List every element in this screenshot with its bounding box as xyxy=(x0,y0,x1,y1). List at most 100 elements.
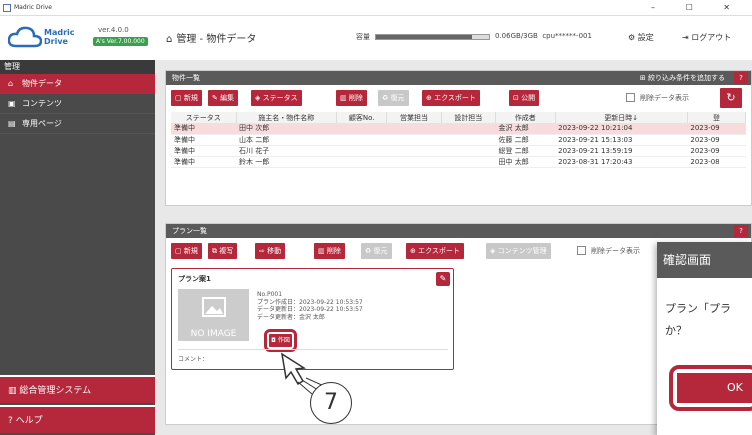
ok-label: OK xyxy=(677,373,752,403)
help-label: ヘルプ xyxy=(15,416,43,426)
restore-button[interactable]: ♻ 復元 xyxy=(378,90,409,106)
no-image-label: NO IMAGE xyxy=(190,329,237,339)
cell-sales xyxy=(386,134,442,146)
table-row[interactable]: 準備中 山本 二郎 佐藤 二郎 2023-09-21 15:13:03 2023-09 xyxy=(171,134,746,146)
cell-no xyxy=(336,145,387,157)
property-panel: 物件一覧 ⊞ 絞り込み条件を追加する ? ▢ 新規 ✎ 編集 ◈ ステータス ▥… xyxy=(165,70,752,206)
move-icon: ⇨ xyxy=(259,247,265,255)
cell-reg: 2023-09 xyxy=(687,145,746,157)
export-button[interactable]: ⊕ エクスポート xyxy=(422,90,480,106)
user-id: cpu******-001 xyxy=(542,32,592,40)
show-deleted-checkbox[interactable] xyxy=(626,93,635,102)
settings-button[interactable]: ⚙ 設定 xyxy=(628,32,654,43)
window-controls[interactable]: – ☐ ✕ xyxy=(651,0,744,16)
dialog-message-line1: プラン「プラ xyxy=(665,302,731,315)
plan-delete-button[interactable]: ▥ 削除 xyxy=(314,243,345,259)
cell-owner: 石川 花子 xyxy=(236,145,337,157)
version-badge: A's Ver.7.00.000 xyxy=(93,37,148,46)
cell-status: 準備中 xyxy=(171,145,237,157)
edit-button[interactable]: ✎ 編集 xyxy=(208,90,239,106)
filter-label: 絞り込み条件を追加する xyxy=(648,74,725,82)
restore-label: 復元 xyxy=(390,94,405,102)
help-icon[interactable]: ? xyxy=(734,72,748,84)
publish-button[interactable]: ⊡ 公開 xyxy=(509,90,540,106)
col-updated[interactable]: 更新日時↓ xyxy=(555,112,688,123)
refresh-icon[interactable]: ↻ xyxy=(720,88,742,108)
pencil-icon[interactable]: ✎ xyxy=(436,272,450,286)
version-label: ver.4.0.0 xyxy=(98,26,129,34)
col-customer-no[interactable]: 顧客No. xyxy=(336,112,388,123)
create-label: 作図 xyxy=(277,337,290,344)
table-row[interactable]: 準備中 田中 次郎 金沢 太郎 2023-09-22 10:21:04 2023-09 xyxy=(171,123,746,135)
confirm-dialog: 確認画面 プラン「プラ か？ OK xyxy=(657,242,752,435)
help-icon[interactable]: ? xyxy=(734,225,748,237)
delete-button[interactable]: ▥ 削除 xyxy=(336,90,367,106)
help-button[interactable]: ? ヘルプ xyxy=(0,405,155,433)
filter-button[interactable]: ⊞ 絞り込み条件を追加する xyxy=(640,71,725,85)
gear-icon: ⚙ xyxy=(628,33,636,42)
page-icon: ▤ xyxy=(8,119,16,128)
table-row[interactable]: 準備中 石川 花子 総登 二郎 2023-09-21 13:59:19 2023-09 xyxy=(171,145,746,157)
sidebar: 管理 ⌂ 物件データ ▣ コンテンツ ▤ 専用ページ ▥ 総合管理システム ? ヘルプ xyxy=(0,60,155,435)
system-button[interactable]: ▥ 総合管理システム xyxy=(0,375,155,403)
content-manage-button[interactable]: ◈ コンテンツ管理 xyxy=(486,243,551,259)
publish-label: 公開 xyxy=(521,94,536,102)
plan-show-deleted-checkbox[interactable] xyxy=(577,246,586,255)
col-design[interactable]: 設計担当 xyxy=(441,112,496,123)
cell-no xyxy=(336,123,387,135)
status-label: ステータス xyxy=(262,94,298,102)
plan-updater: データ更新者：金沢 太郎 xyxy=(257,313,325,321)
sidebar-item-dedicated-page[interactable]: ▤ 専用ページ xyxy=(0,114,155,134)
cell-reg: 2023-09 xyxy=(687,123,746,135)
new-button[interactable]: ▢ 新規 xyxy=(171,90,202,106)
col-registered[interactable]: 登 xyxy=(687,112,747,123)
copy-button[interactable]: ⧉ 複写 xyxy=(208,243,238,259)
plan-panel-title: プラン一覧 xyxy=(172,227,207,235)
help-icon: ? xyxy=(8,416,13,426)
cell-design xyxy=(441,145,496,157)
cell-status: 準備中 xyxy=(171,134,237,146)
content-icon: ◈ xyxy=(490,247,496,255)
building-icon: ▥ xyxy=(8,386,17,396)
app-header: Madric Drive ver.4.0.0 A's Ver.7.00.000 … xyxy=(0,16,752,60)
col-creator[interactable]: 作成者 xyxy=(495,112,556,123)
logout-icon: ⇥ xyxy=(682,33,689,42)
app-icon xyxy=(3,4,11,12)
col-owner[interactable]: 施主名・物件名称 xyxy=(236,112,337,123)
property-table: ステータス 施主名・物件名称 顧客No. 営業担当 設計担当 作成者 更新日時↓… xyxy=(171,112,747,168)
cell-creator: 金沢 太郎 xyxy=(495,123,556,135)
sidebar-item-contents[interactable]: ▣ コンテンツ xyxy=(0,94,155,114)
plan-delete-label: 削除 xyxy=(326,247,341,255)
plan-export-button[interactable]: ⊕ エクスポート xyxy=(406,243,464,259)
col-sales[interactable]: 営業担当 xyxy=(386,112,442,123)
plan-show-deleted-label: 削除データ表示 xyxy=(591,247,640,255)
col-status[interactable]: ステータス xyxy=(171,112,237,123)
plan-restore-button[interactable]: ♻ 復元 xyxy=(361,243,392,259)
plan-card-title: プラン案1 xyxy=(178,275,211,283)
sidebar-item-label: コンテンツ xyxy=(22,99,62,108)
sidebar-item-property-data[interactable]: ⌂ 物件データ xyxy=(0,74,155,94)
system-label: 総合管理システム xyxy=(19,386,92,396)
ok-button[interactable]: OK xyxy=(669,365,752,411)
plan-new-button[interactable]: ▢ 新規 xyxy=(171,243,202,259)
lock-icon: ◘ xyxy=(271,337,276,344)
table-row[interactable]: 準備中 鈴木 一郎 田中 太郎 2023-08-31 17:20:43 2023-08 xyxy=(171,156,746,168)
publish-icon: ⊡ xyxy=(513,94,519,102)
copy-icon: ⧉ xyxy=(212,247,217,255)
plan-card-info: No.P001 プラン作成日：2023-09-22 10:53:57 データ更新… xyxy=(257,291,363,321)
tag-icon: ◈ xyxy=(255,94,261,102)
logout-button[interactable]: ⇥ ログアウト xyxy=(682,32,731,43)
property-panel-header: 物件一覧 ⊞ 絞り込み条件を追加する ? xyxy=(166,71,751,85)
storage-label: 容量 xyxy=(356,33,370,41)
logo-text: Madric Drive xyxy=(44,28,75,46)
status-button[interactable]: ◈ ステータス xyxy=(251,90,302,106)
show-deleted-label: 削除データ表示 xyxy=(640,94,689,102)
cell-status: 準備中 xyxy=(171,156,237,168)
move-button[interactable]: ⇨ 移動 xyxy=(255,243,286,259)
cell-no xyxy=(336,134,387,146)
plan-new-label: 新規 xyxy=(183,247,198,255)
dialog-title: 確認画面 xyxy=(657,242,752,278)
breadcrumb: ⌂ 管理 - 物件データ xyxy=(166,30,256,45)
home-icon: ⌂ xyxy=(166,34,173,45)
cell-status: 準備中 xyxy=(171,123,237,135)
